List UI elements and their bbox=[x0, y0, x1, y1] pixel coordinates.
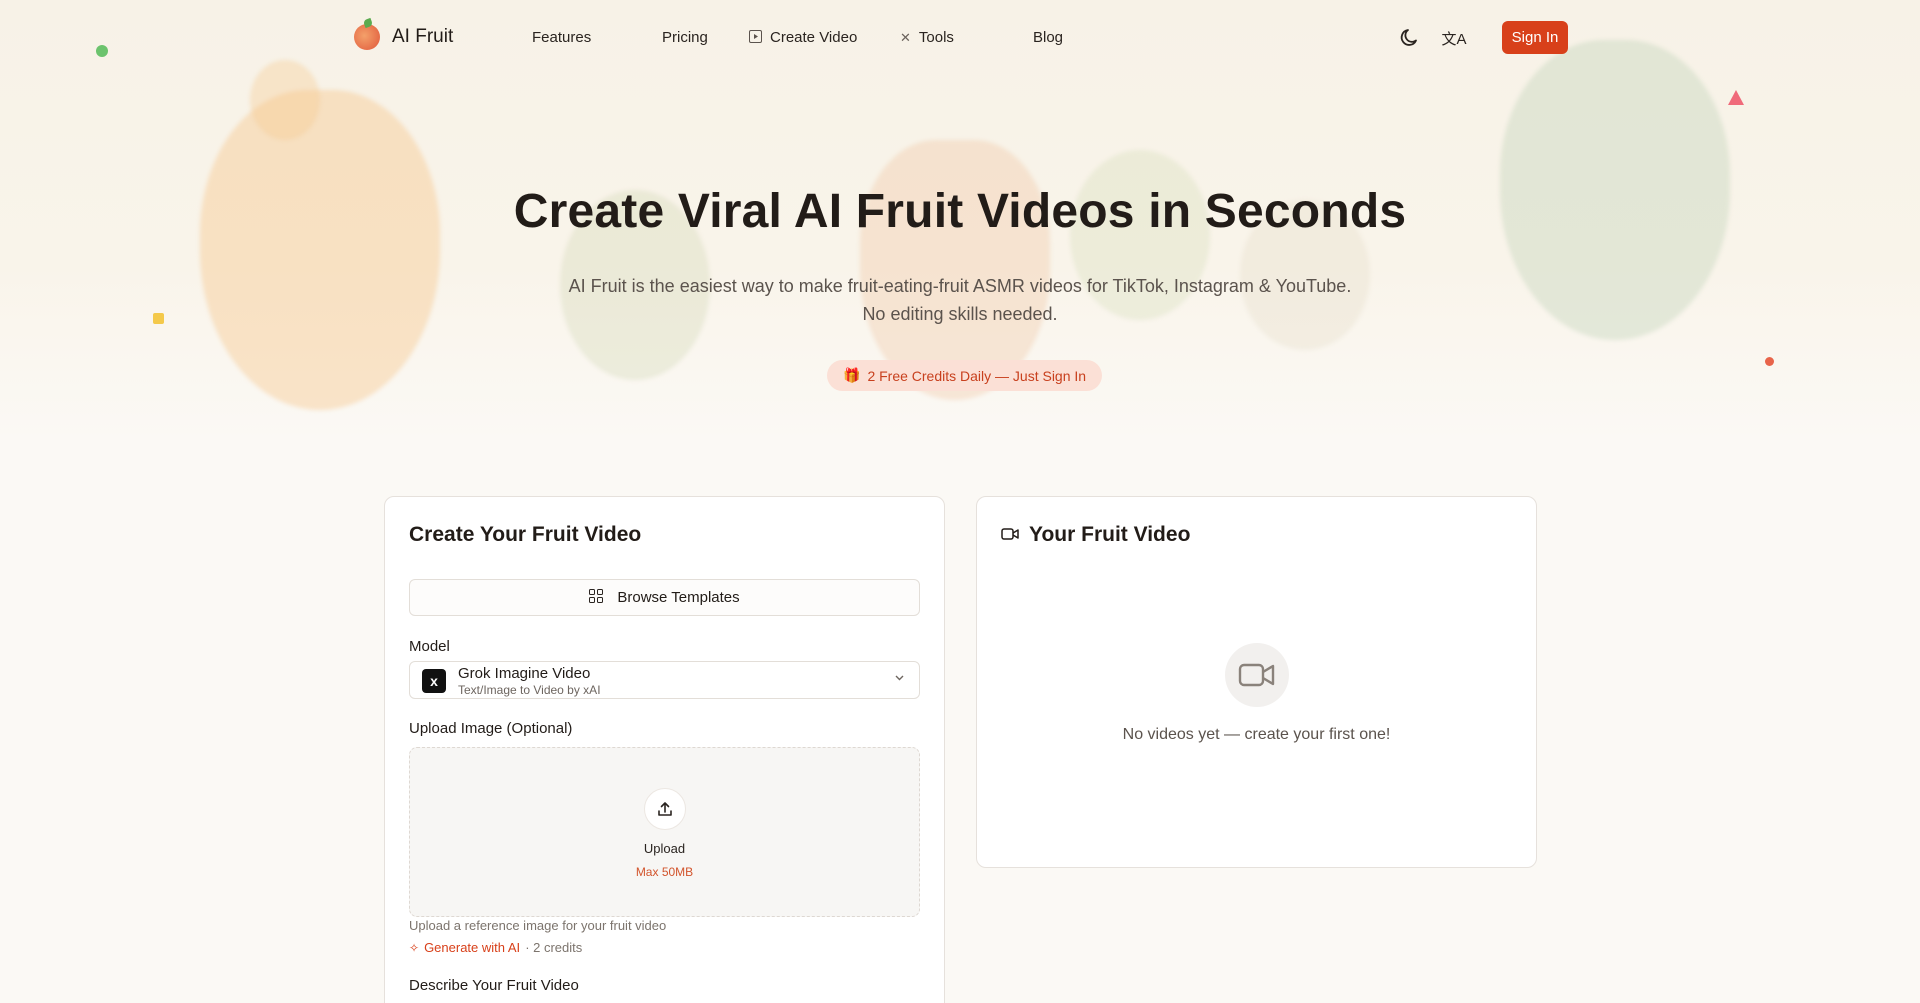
browse-templates-button[interactable]: Browse Templates bbox=[409, 579, 920, 616]
model-select[interactable]: x Grok Imagine Video Text/Image to Video… bbox=[409, 661, 920, 699]
upload-max-size: Max 50MB bbox=[635, 865, 694, 879]
gift-icon: 🎁 bbox=[843, 367, 861, 383]
nav-pricing[interactable]: Pricing bbox=[662, 29, 708, 46]
upload-text: Upload bbox=[643, 841, 686, 856]
browse-templates-label: Browse Templates bbox=[617, 589, 740, 606]
model-description: Text/Image to Video by xAI bbox=[458, 683, 601, 697]
nav-pricing-label: Pricing bbox=[662, 29, 708, 46]
moon-icon[interactable] bbox=[1397, 25, 1423, 51]
nav-tools-label: Tools bbox=[918, 29, 954, 46]
nav-features[interactable]: Features bbox=[532, 29, 591, 46]
brand-logo[interactable]: AI Fruit bbox=[354, 24, 453, 50]
hero-subtitle: AI Fruit is the easiest way to make frui… bbox=[0, 272, 1920, 328]
free-credits-text: 2 Free Credits Daily — Just Sign In bbox=[867, 367, 1087, 384]
upload-image-label: Upload Image (Optional) bbox=[409, 720, 573, 737]
play-square-icon bbox=[749, 29, 762, 46]
hero-title: Create Viral AI Fruit Videos in Seconds bbox=[513, 185, 1407, 238]
create-video-card: Create Your Fruit Video Browse Templates… bbox=[384, 496, 945, 1003]
sparkles-icon: ✧ bbox=[409, 940, 420, 955]
xai-logo-icon: x bbox=[422, 669, 446, 693]
model-name: Grok Imagine Video bbox=[458, 665, 591, 682]
your-video-card: Your Fruit Video No videos yet — create … bbox=[976, 496, 1537, 868]
sign-in-button[interactable]: Sign In bbox=[1502, 21, 1568, 54]
hero-subtitle-line-2: No editing skills needed. bbox=[862, 304, 1058, 324]
nav-features-label: Features bbox=[532, 29, 592, 46]
generate-cost: · 2 credits bbox=[525, 940, 583, 955]
chevron-down-icon bbox=[894, 672, 905, 686]
free-credits-badge[interactable]: 🎁 2 Free Credits Daily — Just Sign In bbox=[827, 360, 1103, 391]
translate-icon[interactable]: 文A bbox=[1441, 25, 1467, 51]
describe-video-label: Describe Your Fruit Video bbox=[409, 977, 579, 994]
create-card-title: Create Your Fruit Video bbox=[409, 523, 642, 546]
image-upload-dropzone[interactable]: Upload Max 50MB bbox=[409, 747, 920, 917]
tools-icon: ✕ bbox=[900, 29, 911, 45]
fruit-logo-icon bbox=[354, 24, 380, 50]
video-card-title: Your Fruit Video bbox=[1001, 523, 1190, 547]
generate-with-ai-row: ✧ Generate with AI · 2 credits bbox=[409, 940, 582, 955]
nav-blog[interactable]: Blog bbox=[1033, 29, 1063, 46]
video-camera-icon bbox=[1001, 523, 1019, 547]
top-nav: AI Fruit Features Pricing Create Video ✕… bbox=[0, 0, 1920, 76]
nav-create-video[interactable]: Create Video bbox=[749, 29, 857, 46]
upload-help-text: Upload a reference image for your fruit … bbox=[409, 918, 667, 933]
nav-create-video-label: Create Video bbox=[770, 29, 858, 46]
empty-state-text: No videos yet — create your first one! bbox=[1122, 726, 1391, 743]
brand-name: AI Fruit bbox=[392, 26, 454, 47]
model-label: Model bbox=[409, 638, 450, 655]
hero-subtitle-line-1: AI Fruit is the easiest way to make frui… bbox=[568, 276, 1352, 296]
video-card-title-text: Your Fruit Video bbox=[1029, 523, 1191, 546]
empty-video-icon bbox=[1225, 643, 1289, 707]
nav-blog-label: Blog bbox=[1033, 29, 1064, 46]
upload-icon bbox=[644, 788, 686, 830]
nav-tools[interactable]: ✕ Tools bbox=[900, 29, 954, 46]
generate-with-ai-link[interactable]: Generate with AI bbox=[424, 940, 520, 955]
grid-icon bbox=[589, 588, 604, 607]
